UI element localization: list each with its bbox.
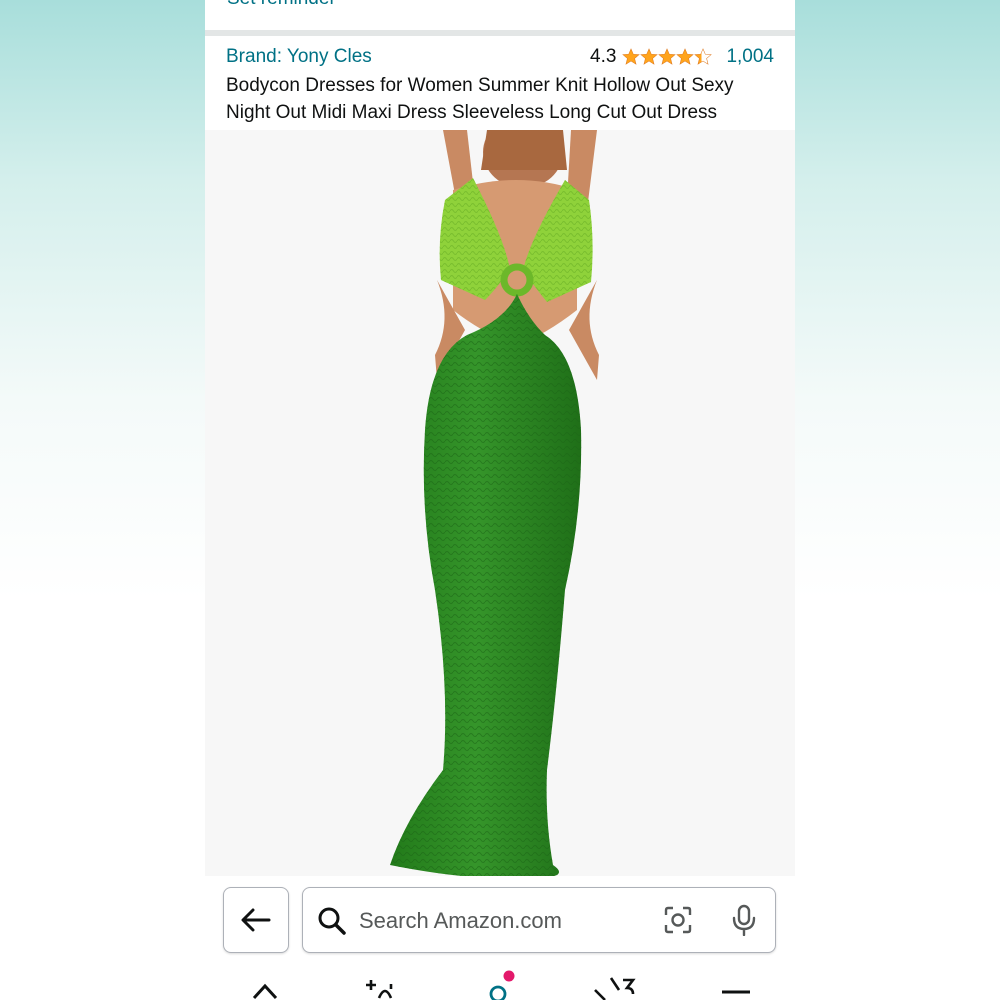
- star-icon: [640, 48, 659, 65]
- app-screen: Set reminder Brand: Yony Cles 4.3 1,004 …: [205, 0, 795, 1000]
- search-bar: Search Amazon.com: [205, 876, 795, 966]
- star-icon: [676, 48, 695, 65]
- product-title: Bodycon Dresses for Women Summer Knit Ho…: [226, 75, 734, 123]
- camera-lens-icon[interactable]: [663, 905, 693, 935]
- left-arrow-icon: [241, 908, 271, 932]
- search-placeholder: Search Amazon.com: [359, 908, 562, 933]
- menu-icon[interactable]: [721, 990, 751, 1000]
- star-rating: [622, 48, 713, 66]
- product-header: Brand: Yony Cles 4.3 1,004 Bodycon Dress…: [205, 36, 795, 130]
- star-icon: [622, 48, 641, 65]
- microphone-icon[interactable]: [731, 904, 757, 936]
- bottom-navigation: [205, 966, 795, 1000]
- product-image[interactable]: [205, 130, 795, 876]
- rating-value: 4.3: [590, 46, 617, 67]
- brand-link[interactable]: Brand: Yony Cles: [226, 46, 372, 68]
- star-icon: [658, 48, 677, 65]
- set-reminder-link[interactable]: Set reminder: [227, 0, 336, 10]
- review-count-link[interactable]: 1,004: [726, 46, 774, 68]
- home-icon[interactable]: [251, 980, 279, 1000]
- spark-icon[interactable]: [363, 978, 399, 1000]
- star-half-icon: [694, 48, 713, 65]
- rating-summary[interactable]: 4.3 1,004: [590, 46, 774, 68]
- account-icon[interactable]: [485, 968, 515, 1000]
- search-icon: [318, 907, 346, 935]
- dress-photo: [390, 130, 599, 876]
- back-button[interactable]: [223, 887, 289, 953]
- cart-icon[interactable]: [593, 976, 637, 1000]
- search-input[interactable]: Search Amazon.com: [302, 887, 776, 953]
- reminder-banner: Set reminder: [205, 0, 795, 36]
